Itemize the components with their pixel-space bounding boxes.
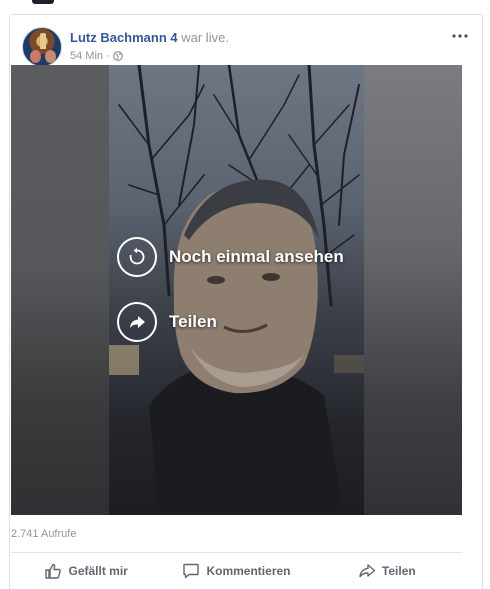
comment-label: Kommentieren: [206, 564, 291, 578]
comment-icon: [183, 563, 200, 579]
more-options-button[interactable]: [448, 27, 472, 45]
author-name-link[interactable]: Lutz Bachmann 4: [70, 30, 178, 45]
avatar-face: [30, 50, 41, 63]
actions-divider: [11, 552, 462, 553]
thumbs-up-icon: [45, 563, 62, 579]
view-count[interactable]: 2.741 Aufrufe: [11, 528, 76, 540]
replay-circle[interactable]: [117, 237, 157, 277]
replay-action[interactable]: Noch einmal ansehen: [117, 237, 344, 277]
video-player[interactable]: Noch einmal ansehen Teilen: [11, 65, 462, 515]
video-frame: [109, 65, 364, 515]
meta-separator: ·: [106, 50, 110, 62]
share-overlay-label[interactable]: Teilen: [169, 312, 217, 332]
author-avatar[interactable]: [22, 27, 62, 67]
post-actions-bar: Gefällt mir Kommentieren Teilen: [11, 559, 462, 583]
share-circle[interactable]: [117, 302, 157, 342]
replay-icon: [129, 247, 145, 265]
video-still: [109, 65, 364, 515]
comment-button[interactable]: Kommentieren: [161, 559, 311, 583]
globe-icon: [112, 51, 123, 61]
like-label: Gefällt mir: [68, 564, 128, 578]
like-button[interactable]: Gefällt mir: [11, 559, 161, 583]
avatar-tower: [40, 33, 46, 49]
post-action-text: war live.: [181, 30, 229, 45]
more-options-icon: [452, 34, 468, 38]
share-icon: [359, 564, 376, 578]
post-meta: 54 Min ·: [70, 50, 123, 62]
avatar-face: [45, 50, 56, 63]
top-edge-marker: [32, 0, 54, 4]
video-blur-right: [364, 65, 462, 515]
replay-label[interactable]: Noch einmal ansehen: [169, 247, 344, 267]
video-blur-left: [11, 65, 109, 515]
share-action[interactable]: Teilen: [117, 302, 217, 342]
author-line: Lutz Bachmann 4 war live.: [70, 30, 229, 45]
page-top-strip: [0, 0, 490, 14]
post-header: Lutz Bachmann 4 war live. 54 Min ·: [22, 27, 472, 69]
share-arrow-icon: [130, 316, 145, 328]
share-button[interactable]: Teilen: [312, 559, 462, 583]
share-label: Teilen: [381, 564, 416, 578]
post-timestamp[interactable]: 54 Min: [70, 50, 103, 62]
